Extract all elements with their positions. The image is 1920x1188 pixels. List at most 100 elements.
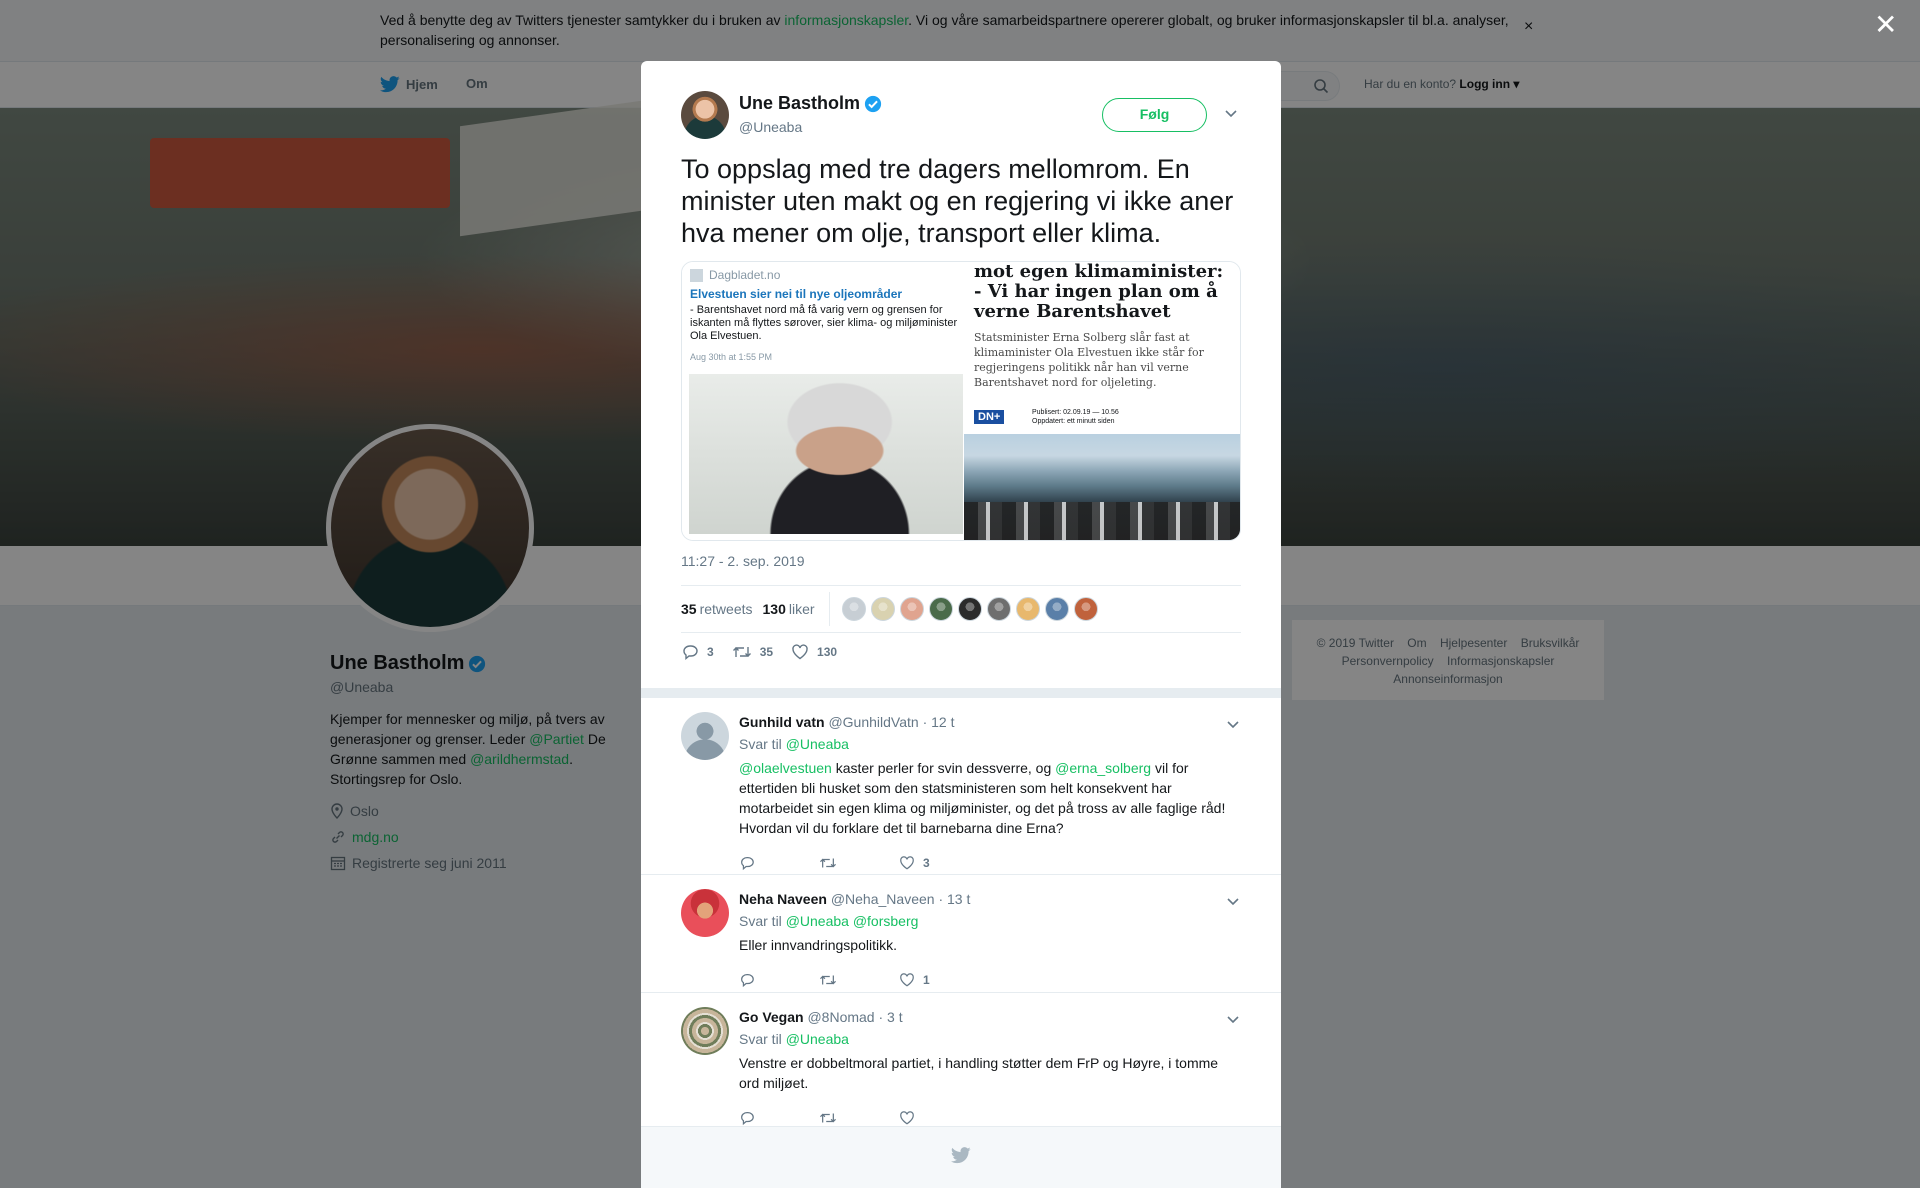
reply-time[interactable]: · 12 t	[923, 714, 955, 730]
liker-avatar[interactable]	[899, 597, 924, 621]
liker-avatar[interactable]	[1073, 597, 1098, 621]
dn-headline: mot egen klimaminister: - Vi har ingen p…	[974, 261, 1224, 322]
reply-time[interactable]: · 3 t	[879, 1009, 903, 1025]
tweet-actions: 3 35 130	[681, 643, 1201, 661]
reply-handle[interactable]: @8Nomad	[807, 1009, 874, 1025]
reply-item[interactable]: Gunhild vatn @GunhildVatn · 12 t Svar ti…	[641, 698, 1281, 875]
reply-icon	[741, 1112, 754, 1126]
tweet-media[interactable]: Dagbladet.no Elvestuen sier nei til nye …	[681, 261, 1241, 541]
dagbladet-lede: - Barentshavet nord må få varig vern og …	[690, 304, 958, 342]
twitter-bird-icon	[951, 1147, 971, 1164]
reply-to-mention[interactable]: @Uneaba @forsberg	[786, 913, 919, 929]
retweet-icon	[820, 975, 836, 985]
tweet-timestamp[interactable]: 11:27 - 2. sep. 2019	[681, 553, 805, 569]
modal-footer	[641, 1126, 1281, 1188]
dn-logo: DN+	[974, 410, 1005, 424]
reply-to-mention[interactable]: @Uneaba	[786, 736, 849, 752]
reply-button[interactable]	[739, 972, 819, 988]
heart-icon	[900, 973, 914, 987]
heart-icon	[900, 1111, 914, 1125]
like-button[interactable]: 1	[899, 972, 979, 988]
liker-avatar[interactable]	[870, 597, 895, 621]
retweet-button[interactable]: 35	[732, 643, 773, 661]
follow-button[interactable]: Følg	[1102, 98, 1207, 132]
retweet-button[interactable]	[819, 855, 899, 871]
liker-avatars	[841, 597, 1098, 621]
liker-avatar[interactable]	[986, 597, 1011, 621]
reply-author[interactable]: Go Vegan	[739, 1009, 804, 1025]
dagbladet-date: Aug 30th at 1:55 PM	[690, 352, 773, 362]
chevron-down-icon[interactable]	[1223, 105, 1239, 121]
dagbladet-headline: Elvestuen sier nei til nye oljeområder	[690, 287, 903, 301]
reply-header: Go Vegan @8Nomad · 3 t	[739, 993, 1241, 1025]
media-dagbladet[interactable]: Dagbladet.no Elvestuen sier nei til nye …	[682, 262, 963, 540]
favicon-icon	[690, 268, 703, 282]
retweet-icon	[820, 1113, 836, 1123]
retweet-stat[interactable]: 35 retweets	[681, 601, 753, 617]
reply-text: Venstre er dobbeltmoral partiet, i handl…	[739, 1055, 1219, 1091]
liker-avatar[interactable]	[957, 597, 982, 621]
tweet-text: To oppslag med tre dagers mellomrom. En …	[681, 154, 1234, 248]
reply-button[interactable]: 3	[681, 643, 714, 661]
reply-avatar[interactable]	[681, 1007, 729, 1055]
tweet-stats: 35 retweets 130 liker	[681, 585, 1241, 633]
tweet-header: Une Bastholm @Uneaba Følg	[681, 91, 1241, 141]
chevron-down-icon[interactable]	[1225, 1011, 1241, 1027]
tweet-modal: Une Bastholm @Uneaba Følg To oppslag med…	[641, 61, 1281, 1188]
reply-icon	[741, 974, 754, 988]
mention-link[interactable]: @olaelvestuen	[739, 760, 832, 776]
reply-to-mention[interactable]: @Uneaba	[786, 1031, 849, 1047]
reply-author[interactable]: Gunhild vatn	[739, 714, 825, 730]
heart-icon	[792, 644, 808, 660]
reply-author[interactable]: Neha Naveen	[739, 891, 827, 907]
mention-link[interactable]: @erna_solberg	[1055, 760, 1151, 776]
verified-badge-icon	[864, 95, 882, 112]
press-crowd	[964, 502, 1240, 540]
retweet-button[interactable]	[819, 972, 899, 988]
author-avatar[interactable]	[681, 91, 729, 139]
retweet-icon	[820, 858, 836, 868]
reply-handle[interactable]: @GunhildVatn	[828, 714, 918, 730]
liker-avatar[interactable]	[928, 597, 953, 621]
close-icon[interactable]: ✕	[1874, 10, 1897, 40]
reply-avatar[interactable]	[681, 712, 729, 760]
reply-button[interactable]	[739, 855, 819, 871]
dn-lede: Statsminister Erna Solberg slår fast at …	[974, 331, 1204, 389]
reply-avatar[interactable]	[681, 889, 729, 937]
reply-button[interactable]	[739, 1110, 819, 1126]
reply-header: Neha Naveen @Neha_Naveen · 13 t	[739, 875, 1241, 907]
reply-text: Eller innvandringspolitikk.	[739, 937, 897, 953]
liker-avatar[interactable]	[1044, 597, 1069, 621]
reply-to: Svar til @Uneaba	[739, 736, 849, 752]
author-handle[interactable]: @Uneaba	[739, 119, 802, 135]
chevron-down-icon[interactable]	[1225, 893, 1241, 909]
dagbladet-source: Dagbladet.no	[690, 268, 780, 282]
reply-item[interactable]: Neha Naveen @Neha_Naveen · 13 t Svar til…	[641, 875, 1281, 993]
fjord-photo	[964, 434, 1240, 540]
stat-divider	[828, 592, 830, 626]
retweet-button[interactable]	[819, 1110, 899, 1126]
author-name[interactable]: Une Bastholm	[739, 93, 882, 114]
like-stat[interactable]: 130 liker	[763, 601, 815, 617]
reply-to: Svar til @Uneaba	[739, 1031, 849, 1047]
reply-icon	[741, 857, 754, 871]
reply-text: @olaelvestuen kaster perler for svin des…	[739, 760, 1226, 836]
retweet-icon	[732, 647, 751, 657]
reply-to: Svar til @Uneaba @forsberg	[739, 913, 919, 929]
media-dn[interactable]: mot egen klimaminister: - Vi har ingen p…	[964, 261, 1240, 540]
liker-avatar[interactable]	[1015, 597, 1040, 621]
chevron-down-icon[interactable]	[1225, 716, 1241, 732]
reply-handle[interactable]: @Neha_Naveen	[831, 891, 935, 907]
like-button[interactable]	[899, 1110, 979, 1126]
like-button[interactable]: 130	[791, 643, 837, 661]
reply-item[interactable]: Go Vegan @8Nomad · 3 t Svar til @Uneaba …	[641, 993, 1281, 1131]
reply-time[interactable]: · 13 t	[938, 891, 970, 907]
heart-icon	[900, 856, 914, 870]
reply-list: Gunhild vatn @GunhildVatn · 12 t Svar ti…	[641, 688, 1281, 1131]
reply-header: Gunhild vatn @GunhildVatn · 12 t	[739, 698, 1241, 730]
like-button[interactable]: 3	[899, 855, 979, 871]
minister-photo	[689, 374, 963, 534]
liker-avatar[interactable]	[841, 597, 866, 621]
dn-published: Publisert: 02.09.19 — 10.56 Oppdatert: et…	[1032, 409, 1119, 425]
reply-icon	[683, 645, 698, 660]
